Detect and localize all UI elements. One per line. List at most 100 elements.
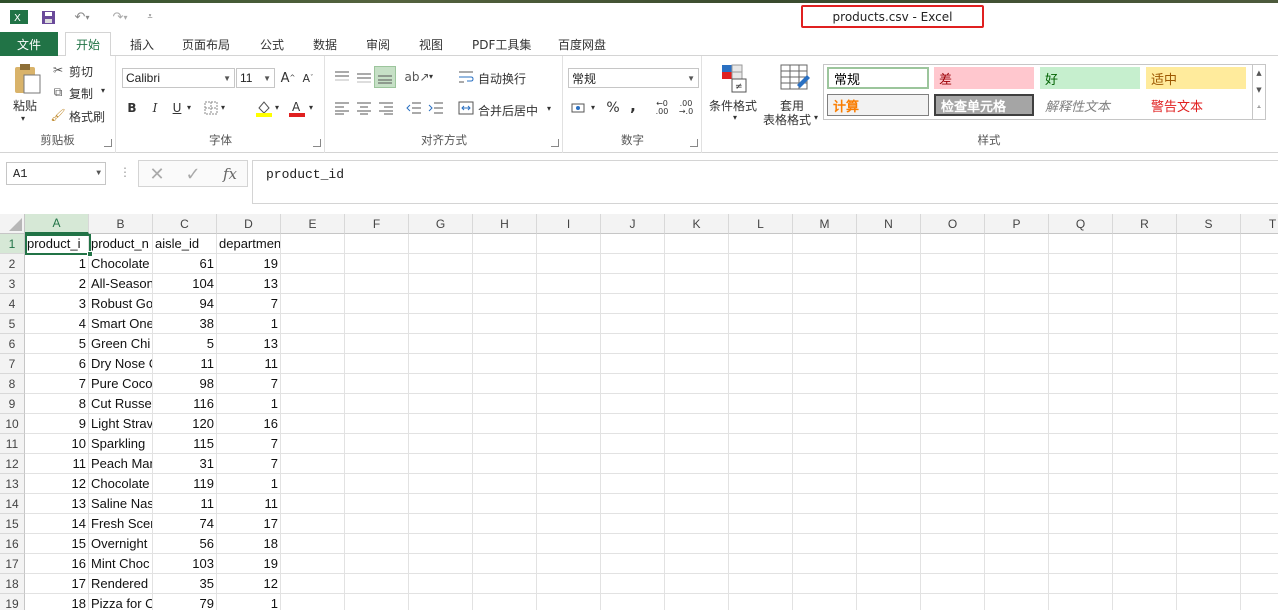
empty-cell[interactable] xyxy=(921,434,985,454)
empty-cell[interactable] xyxy=(473,294,537,314)
empty-cell[interactable] xyxy=(281,274,345,294)
align-left-icon[interactable] xyxy=(332,99,352,117)
empty-cell[interactable] xyxy=(1113,354,1177,374)
shrink-font-icon[interactable]: Aˇ xyxy=(299,69,317,87)
empty-cell[interactable] xyxy=(1177,474,1241,494)
table-cell[interactable]: 7 xyxy=(217,294,281,314)
align-top-icon[interactable] xyxy=(332,68,352,86)
empty-cell[interactable] xyxy=(921,474,985,494)
row-header[interactable]: 6 xyxy=(0,334,25,354)
row-header[interactable]: 15 xyxy=(0,514,25,534)
font-color-icon[interactable]: A xyxy=(287,98,307,118)
empty-cell[interactable] xyxy=(281,554,345,574)
empty-cell[interactable] xyxy=(473,234,537,254)
empty-cell[interactable] xyxy=(1113,394,1177,414)
empty-cell[interactable] xyxy=(665,434,729,454)
table-cell[interactable]: 11 xyxy=(217,354,281,374)
column-header-s[interactable]: S xyxy=(1177,214,1241,234)
empty-cell[interactable] xyxy=(729,474,793,494)
empty-cell[interactable] xyxy=(1241,514,1278,534)
table-cell[interactable]: 119 xyxy=(153,474,217,494)
borders-icon[interactable] xyxy=(202,99,220,117)
empty-cell[interactable] xyxy=(857,374,921,394)
column-header-b[interactable]: B xyxy=(89,214,153,234)
style-explanatory[interactable]: 解释性文本 xyxy=(1040,94,1140,116)
empty-cell[interactable] xyxy=(665,274,729,294)
empty-cell[interactable] xyxy=(473,354,537,374)
empty-cell[interactable] xyxy=(857,514,921,534)
accounting-dropdown-icon[interactable]: ▾ xyxy=(591,103,595,112)
conditional-formatting-button[interactable]: 条件格式 xyxy=(709,97,757,114)
empty-cell[interactable] xyxy=(729,414,793,434)
empty-cell[interactable] xyxy=(281,294,345,314)
empty-cell[interactable] xyxy=(537,354,601,374)
empty-cell[interactable] xyxy=(1241,414,1278,434)
empty-cell[interactable] xyxy=(793,534,857,554)
empty-cell[interactable] xyxy=(1241,474,1278,494)
empty-cell[interactable] xyxy=(665,474,729,494)
format-as-table-label-2[interactable]: 表格格式 xyxy=(763,111,811,128)
empty-cell[interactable] xyxy=(473,334,537,354)
insert-function-icon[interactable]: fx xyxy=(219,164,241,184)
column-header-k[interactable]: K xyxy=(665,214,729,234)
empty-cell[interactable] xyxy=(793,274,857,294)
empty-cell[interactable] xyxy=(1113,494,1177,514)
empty-cell[interactable] xyxy=(665,414,729,434)
empty-cell[interactable] xyxy=(729,274,793,294)
styles-gallery-scroll[interactable]: ▲ ▼ ⩡ xyxy=(1253,64,1266,120)
empty-cell[interactable] xyxy=(793,574,857,594)
table-cell[interactable]: 120 xyxy=(153,414,217,434)
format-as-table-icon[interactable] xyxy=(778,62,812,94)
empty-cell[interactable] xyxy=(473,574,537,594)
empty-cell[interactable] xyxy=(665,534,729,554)
empty-cell[interactable] xyxy=(985,574,1049,594)
empty-cell[interactable] xyxy=(409,374,473,394)
empty-cell[interactable] xyxy=(1113,234,1177,254)
empty-cell[interactable] xyxy=(281,314,345,334)
empty-cell[interactable] xyxy=(1113,574,1177,594)
empty-cell[interactable] xyxy=(985,434,1049,454)
empty-cell[interactable] xyxy=(1241,574,1278,594)
row-header[interactable]: 5 xyxy=(0,314,25,334)
empty-cell[interactable] xyxy=(537,314,601,334)
empty-cell[interactable] xyxy=(473,254,537,274)
table-cell[interactable]: 1 xyxy=(25,254,89,274)
empty-cell[interactable] xyxy=(793,474,857,494)
table-cell[interactable]: 56 xyxy=(153,534,217,554)
empty-cell[interactable] xyxy=(537,414,601,434)
orientation-icon[interactable]: ab↗ xyxy=(404,68,429,86)
tab-insert[interactable]: 插入 xyxy=(130,32,154,56)
empty-cell[interactable] xyxy=(1049,594,1113,610)
font-color-dropdown-icon[interactable]: ▾ xyxy=(309,103,313,112)
empty-cell[interactable] xyxy=(985,594,1049,610)
decrease-indent-icon[interactable] xyxy=(404,99,424,117)
empty-cell[interactable] xyxy=(921,274,985,294)
empty-cell[interactable] xyxy=(345,294,409,314)
empty-cell[interactable] xyxy=(409,554,473,574)
empty-cell[interactable] xyxy=(729,434,793,454)
tab-data[interactable]: 数据 xyxy=(313,32,337,56)
empty-cell[interactable] xyxy=(665,374,729,394)
empty-cell[interactable] xyxy=(537,254,601,274)
empty-cell[interactable] xyxy=(345,454,409,474)
empty-cell[interactable] xyxy=(1177,574,1241,594)
empty-cell[interactable] xyxy=(1113,534,1177,554)
empty-cell[interactable] xyxy=(281,494,345,514)
tab-formulas[interactable]: 公式 xyxy=(260,32,284,56)
empty-cell[interactable] xyxy=(729,254,793,274)
bold-button[interactable]: B xyxy=(124,99,140,117)
empty-cell[interactable] xyxy=(409,274,473,294)
empty-cell[interactable] xyxy=(921,374,985,394)
column-header-q[interactable]: Q xyxy=(1049,214,1113,234)
cut-button[interactable]: 剪切 xyxy=(69,63,93,80)
empty-cell[interactable] xyxy=(409,574,473,594)
empty-cell[interactable] xyxy=(409,394,473,414)
empty-cell[interactable] xyxy=(1241,594,1278,610)
table-cell[interactable]: Rendered xyxy=(89,574,153,594)
empty-cell[interactable] xyxy=(1113,294,1177,314)
empty-cell[interactable] xyxy=(537,294,601,314)
column-header-e[interactable]: E xyxy=(281,214,345,234)
formula-input[interactable]: product_id xyxy=(252,160,1278,204)
empty-cell[interactable] xyxy=(1049,374,1113,394)
header-cell[interactable]: department_id xyxy=(217,234,281,254)
